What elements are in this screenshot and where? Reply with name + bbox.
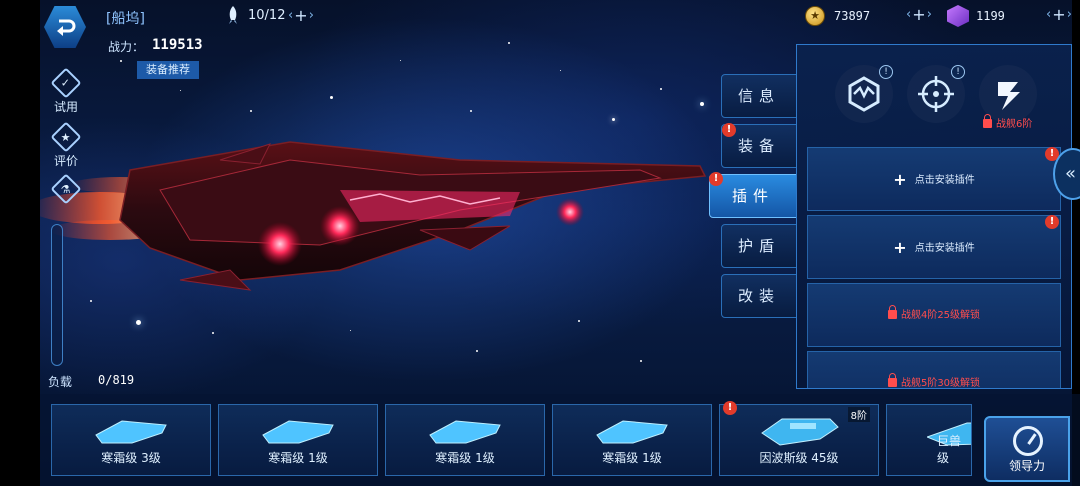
armor-plugin-icon [848,76,880,112]
carrier-ship-icon [761,418,839,446]
frost-ship-icon [95,420,167,444]
coin-icon: ★ [805,6,825,26]
gem-icon [947,5,969,27]
slot-text: 点击安装插件 [914,243,975,254]
gem-amount: 1199 [976,9,1005,23]
flask-icon: ⚗ [50,173,82,205]
warship-model [40,141,707,291]
info-icon[interactable]: ! [951,65,965,79]
tab-shield[interactable]: 护盾 [721,224,797,268]
combat-power-label: 战力： [108,40,145,54]
trial-label: 试用 [53,100,78,114]
add-gem-button[interactable]: + [1046,6,1072,25]
leadership-button[interactable]: 领导力 [984,416,1070,482]
trial-button[interactable]: ✓ 试用 [48,67,84,115]
ship-name: 寒霜级 3级 [101,451,161,465]
padlock-icon [887,373,897,387]
combat-power-value: 119513 [152,37,203,53]
return-arrow-icon [57,19,76,36]
padlock-icon [887,305,897,319]
ship-card[interactable]: 寒霜级 3级 [51,404,211,476]
gauge-icon [1013,426,1043,456]
category-lock-label: 战舰6阶 [983,114,1032,130]
load-toggle-button[interactable]: ⚗ [48,173,84,205]
review-label: 评价 [53,154,78,168]
add-slot-button[interactable]: + [288,7,314,26]
leadership-label: 领导力 [1008,459,1045,473]
tab-modify[interactable]: 改装 [721,274,797,318]
equipment-recommend-button[interactable]: 装备推荐 [137,61,199,79]
plugin-panel: ! ! 战舰6阶 + 点击安装插件 + 点击安装插件 战舰4阶25级解锁 战舰5… [796,44,1072,389]
dock-title: [船坞] [106,11,145,27]
back-button[interactable] [44,6,86,48]
star-doc-icon: ★ [50,121,82,153]
add-coin-button[interactable]: + [906,6,932,25]
ship-alert-icon: ! [723,401,737,415]
info-icon[interactable]: ! [879,65,893,79]
review-button[interactable]: ★ 评价 [48,121,84,169]
frost-ship-icon [429,420,501,444]
tier-badge: 8阶 [847,407,870,422]
ship-name: 寒霜级 1级 [435,451,495,465]
ship-name: 寒霜级 1级 [268,451,328,465]
ship-slot-count: 10/12 [248,8,286,23]
slot-lock-text: 战舰4阶25级解锁 [900,310,981,321]
load-value: 0/819 [98,373,135,387]
ship-name: 寒霜级 1级 [602,451,662,465]
slot-text: 点击安装插件 [914,175,975,186]
plugin-slot-3[interactable]: 战舰4阶25级解锁 [807,283,1061,347]
ship-card[interactable]: 巨兽级 [886,404,972,476]
checkbox-icon: ✓ [50,67,82,99]
ship-card[interactable]: 寒霜级 1级 [385,404,545,476]
plus-icon: + [893,238,907,257]
left-letterbox [0,0,40,486]
ship-card[interactable]: 寒霜级 1级 [218,404,378,476]
padlock-icon [983,114,992,128]
ship-card[interactable]: 寒霜级 1级 [552,404,712,476]
frost-ship-icon [262,420,334,444]
plugin-slot-4[interactable]: 战舰5阶30级解锁 [807,351,1061,389]
plugin-slot-2[interactable]: + 点击安装插件 [807,215,1061,279]
plugin-slot-1[interactable]: + 点击安装插件 [807,147,1061,211]
slot-2-alert-icon: ! [1045,215,1059,229]
slot-lock-text: 战舰5阶30级解锁 [900,378,981,389]
rocket-icon [229,6,237,24]
equipment-alert-icon: ! [722,123,736,137]
tab-info[interactable]: 信息 [721,74,797,118]
load-bar [51,224,63,366]
load-label: 负载 [48,375,73,389]
plus-icon: + [893,170,907,189]
crosshair-icon [918,76,954,112]
ship-card[interactable]: 8阶 因波斯级 45级 [719,404,879,476]
frost-ship-icon [596,420,668,444]
ship-name: 巨兽级 [937,434,962,465]
coin-amount: 73897 [834,9,871,23]
chevron-left-icon: « [1065,163,1077,184]
ship-name: 因波斯级 45级 [759,451,839,465]
lightning-icon [998,82,1020,110]
game-stage: [船坞] 战力： 119513 装备推荐 10/12 + ★ 73897 + 1… [0,0,1080,486]
plugin-alert-icon: ! [709,172,723,186]
